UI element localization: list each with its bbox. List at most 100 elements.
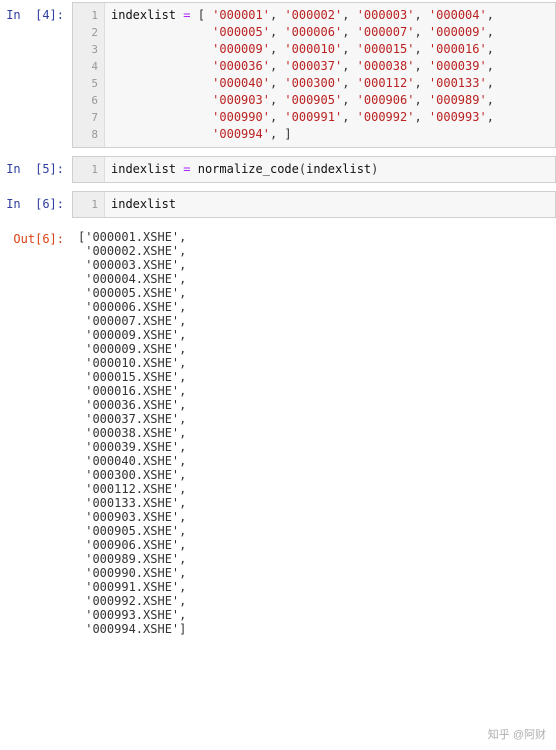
output-text: ['000001.XSHE', '000002.XSHE', '000003.X… bbox=[72, 226, 556, 636]
code-token: , bbox=[414, 110, 428, 124]
input-prompt: In [5]: bbox=[0, 156, 72, 183]
line-number: 1 bbox=[77, 196, 98, 213]
code-token: , bbox=[487, 110, 494, 124]
code-token: , bbox=[342, 8, 356, 22]
code-cell: In [5]: 1 indexlist = normalize_code(index… bbox=[0, 154, 556, 185]
line-number: 8 bbox=[77, 126, 98, 143]
code-token: , ] bbox=[270, 127, 292, 141]
code-token: ) bbox=[371, 162, 378, 176]
code-token: indexlist bbox=[111, 197, 176, 211]
code-token bbox=[111, 59, 212, 73]
code-token: '000990' bbox=[212, 110, 270, 124]
input-area[interactable]: 1 indexlist bbox=[72, 191, 556, 218]
code-token: , bbox=[487, 8, 494, 22]
code-token: , bbox=[270, 42, 284, 56]
line-number: 2 bbox=[77, 24, 98, 41]
code-token: , bbox=[414, 25, 428, 39]
line-number: 6 bbox=[77, 92, 98, 109]
input-area[interactable]: 12345678indexlist = [ '000001', '000002'… bbox=[72, 2, 556, 148]
code-token: , bbox=[414, 93, 428, 107]
line-number: 3 bbox=[77, 41, 98, 58]
code-token: , bbox=[487, 25, 494, 39]
code-token: , bbox=[487, 42, 494, 56]
code-token: '000906' bbox=[357, 93, 415, 107]
code-token: indexlist bbox=[306, 162, 371, 176]
code-token: '000133' bbox=[429, 76, 487, 90]
code-token: normalize_code bbox=[198, 162, 299, 176]
code-token: '000038' bbox=[357, 59, 415, 73]
code-token: , bbox=[342, 76, 356, 90]
code-token: '000989' bbox=[429, 93, 487, 107]
line-number: 7 bbox=[77, 109, 98, 126]
input-prompt: In [4]: bbox=[0, 2, 72, 148]
code-editor[interactable]: indexlist = [ '000001', '000002', '00000… bbox=[105, 3, 555, 147]
code-token: '000992' bbox=[357, 110, 415, 124]
code-editor[interactable]: indexlist bbox=[105, 192, 555, 217]
code-token: , bbox=[414, 42, 428, 56]
code-token: , bbox=[270, 76, 284, 90]
code-token bbox=[111, 42, 212, 56]
line-gutter: 12345678 bbox=[73, 3, 105, 147]
code-token: '000001' bbox=[212, 8, 270, 22]
code-editor[interactable]: indexlist = normalize_code(indexlist) bbox=[105, 157, 555, 182]
code-token: '000003' bbox=[357, 8, 415, 22]
output-prompt: Out[6]: bbox=[0, 226, 72, 636]
code-token: '000905' bbox=[284, 93, 342, 107]
code-token: , bbox=[342, 42, 356, 56]
line-number: 1 bbox=[77, 7, 98, 24]
line-gutter: 1 bbox=[73, 157, 105, 182]
code-token: = bbox=[183, 162, 190, 176]
code-token: '000300' bbox=[284, 76, 342, 90]
line-number: 4 bbox=[77, 58, 98, 75]
code-token: , bbox=[270, 110, 284, 124]
code-token: '000016' bbox=[429, 42, 487, 56]
input-prompt: In [6]: bbox=[0, 191, 72, 218]
code-token: '000004' bbox=[429, 8, 487, 22]
code-token: , bbox=[342, 110, 356, 124]
code-token: '000037' bbox=[284, 59, 342, 73]
code-token: , bbox=[487, 93, 494, 107]
code-token: indexlist bbox=[111, 8, 176, 22]
code-token: '000039' bbox=[429, 59, 487, 73]
code-token: , bbox=[270, 59, 284, 73]
code-token: '000006' bbox=[284, 25, 342, 39]
line-number: 5 bbox=[77, 75, 98, 92]
code-token: , bbox=[414, 76, 428, 90]
code-token bbox=[111, 110, 212, 124]
code-token bbox=[111, 76, 212, 90]
code-token: '000009' bbox=[429, 25, 487, 39]
code-token: , bbox=[270, 93, 284, 107]
code-token: [ bbox=[191, 8, 213, 22]
code-token: , bbox=[342, 25, 356, 39]
code-token: , bbox=[342, 93, 356, 107]
code-token bbox=[111, 25, 212, 39]
code-token bbox=[111, 93, 212, 107]
code-token: , bbox=[342, 59, 356, 73]
code-token: , bbox=[414, 8, 428, 22]
code-token: '000002' bbox=[284, 8, 342, 22]
code-cell: In [6]: 1 indexlist bbox=[0, 189, 556, 220]
code-token: '000991' bbox=[284, 110, 342, 124]
code-token: '000036' bbox=[212, 59, 270, 73]
output-cell: Out[6]:['000001.XSHE', '000002.XSHE', '0… bbox=[0, 224, 556, 638]
code-token: '000994' bbox=[212, 127, 270, 141]
code-token bbox=[111, 127, 212, 141]
code-token: '000903' bbox=[212, 93, 270, 107]
code-token: = bbox=[183, 8, 190, 22]
code-token: , bbox=[487, 59, 494, 73]
code-cell: In [4]:12345678indexlist = [ '000001', '… bbox=[0, 0, 556, 150]
code-token: , bbox=[414, 59, 428, 73]
code-token: '000112' bbox=[357, 76, 415, 90]
code-token: '000993' bbox=[429, 110, 487, 124]
code-token: '000015' bbox=[357, 42, 415, 56]
input-area[interactable]: 1 indexlist = normalize_code(indexlist) bbox=[72, 156, 556, 183]
code-token: '000010' bbox=[284, 42, 342, 56]
code-token bbox=[191, 162, 198, 176]
line-gutter: 1 bbox=[73, 192, 105, 217]
line-number: 1 bbox=[77, 161, 98, 178]
code-token: '000009' bbox=[212, 42, 270, 56]
code-token: '000040' bbox=[212, 76, 270, 90]
code-token: '000005' bbox=[212, 25, 270, 39]
code-token: , bbox=[487, 76, 494, 90]
code-token: '000007' bbox=[357, 25, 415, 39]
